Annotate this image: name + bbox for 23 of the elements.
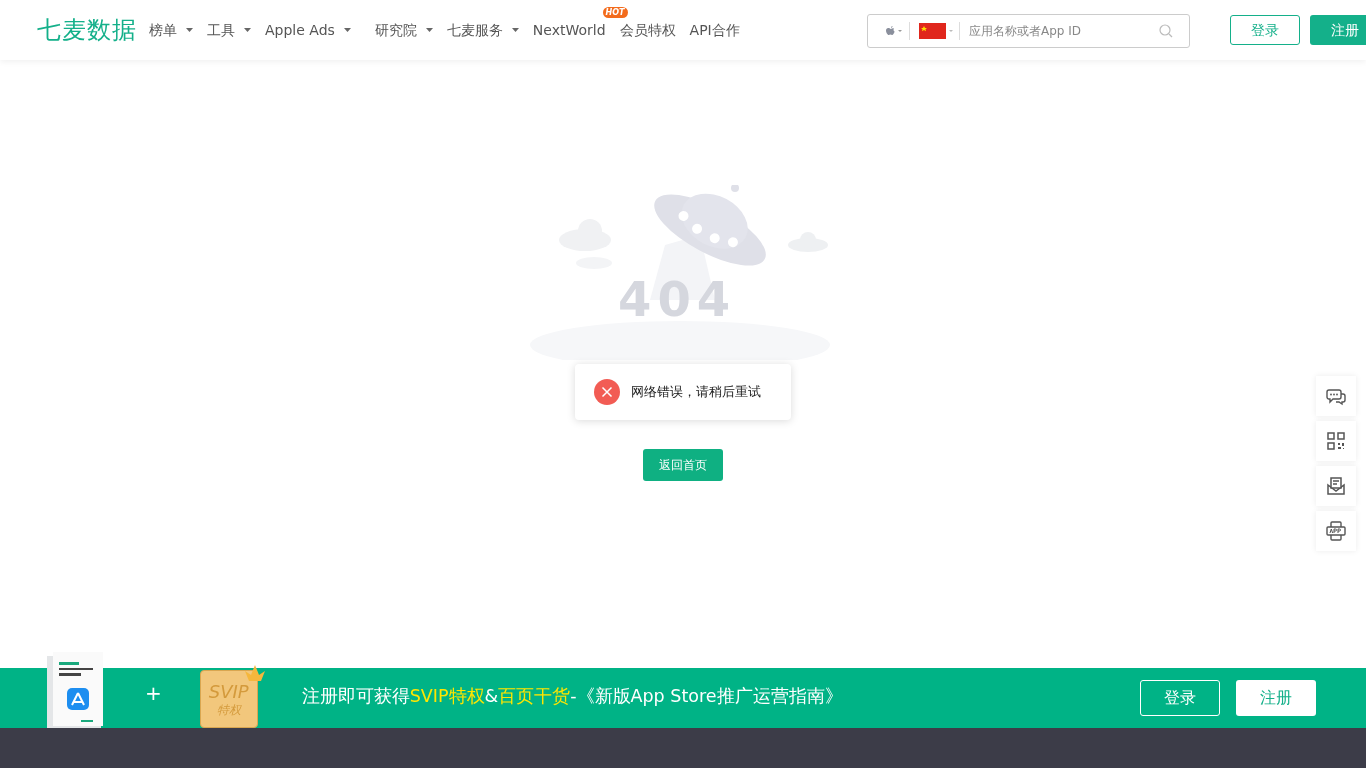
nav-link[interactable]: 工具	[207, 19, 251, 41]
plus-sign: +	[145, 680, 162, 707]
chat-icon	[1326, 386, 1346, 406]
search-field[interactable]: 应用名称或者App ID	[867, 14, 1190, 48]
side-tool-button[interactable]	[1316, 421, 1356, 461]
side-tool-button[interactable]	[1316, 466, 1356, 506]
app-phone-icon	[1326, 521, 1346, 541]
promo-text: 注册即可获得SVIP特权&百页干货-《新版App Store推广运营指南》	[301, 684, 843, 708]
search-input: 应用名称或者App ID	[969, 22, 1149, 40]
nav-link[interactable]: 研究院	[374, 19, 433, 41]
error-message: 网络错误，请稍后重试	[631, 383, 761, 402]
nav-link[interactable]: 会员特权	[619, 19, 676, 41]
side-tool-button[interactable]	[1316, 511, 1356, 551]
error-icon	[594, 379, 620, 405]
nav-link[interactable]: API合作	[689, 19, 740, 41]
nav-link[interactable]: 七麦服务	[446, 19, 519, 41]
hot-badge: HOT	[602, 6, 628, 18]
flag-icon[interactable]	[919, 23, 955, 39]
side-tool-button[interactable]	[1316, 376, 1356, 416]
envelope-icon	[1326, 476, 1346, 496]
nav-link[interactable]: 榜单	[149, 19, 193, 41]
qr-code-icon	[1326, 431, 1346, 451]
nav-link[interactable]: Apple Ads	[265, 19, 351, 41]
